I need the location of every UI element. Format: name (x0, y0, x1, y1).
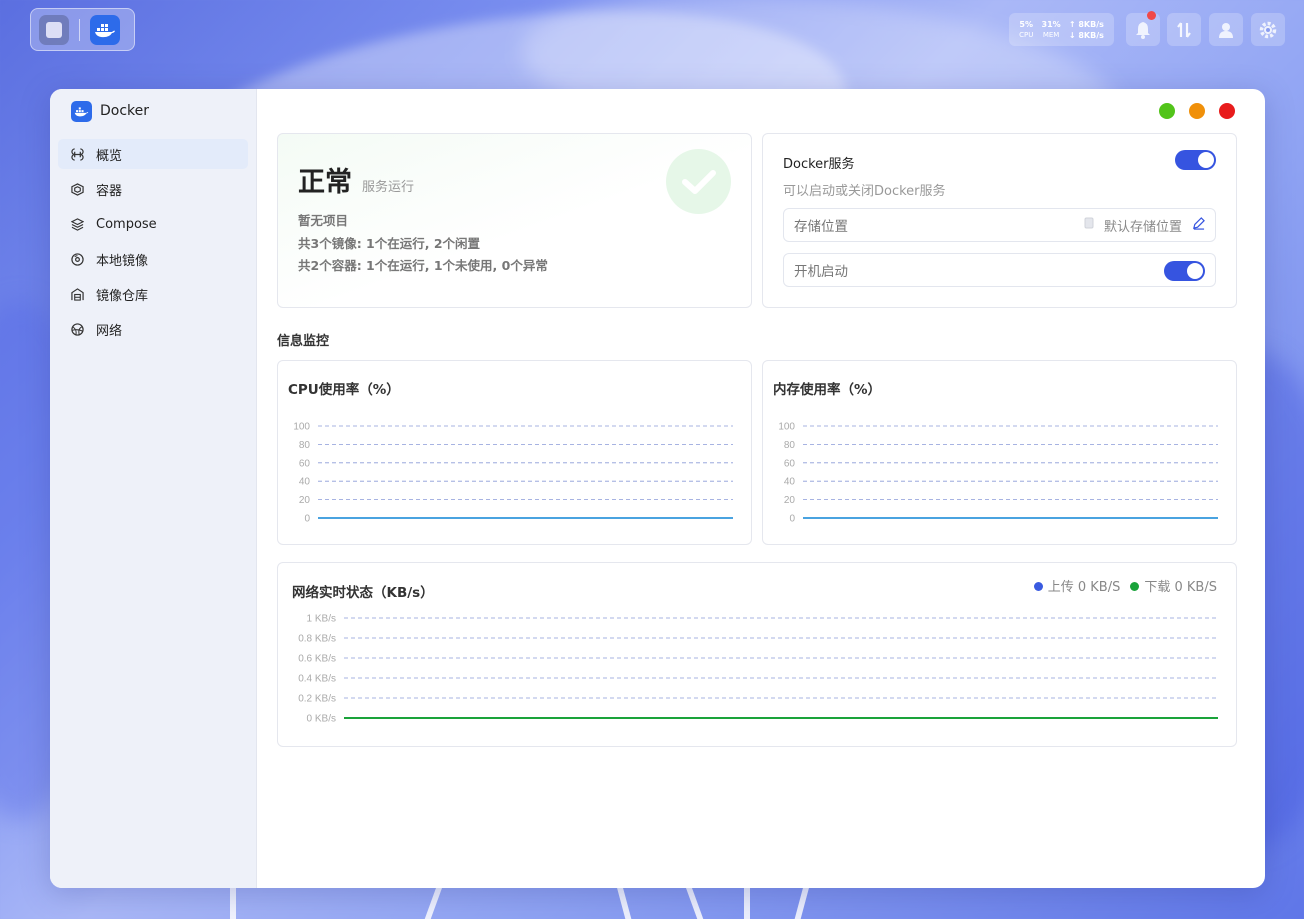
docker-logo-icon (71, 100, 92, 122)
containers-summary: 共2个容器: 1个在运行, 1个未使用, 0个异常 (298, 258, 548, 273)
close-button[interactable] (1219, 103, 1235, 119)
sidebar-item-registry[interactable]: 镜像仓库 (58, 279, 248, 309)
docker-service-card: Docker服务 可以启动或关闭Docker服务 存储位置 默认存储位置 开机启… (762, 133, 1237, 308)
bell-icon[interactable] (1126, 11, 1160, 46)
cpu-chart: 100 80 60 40 20 0 (293, 422, 733, 525)
disc-icon (70, 252, 84, 266)
storage-drive-icon (1084, 217, 1094, 233)
projects-summary: 暂无项目 (298, 213, 349, 228)
mem-value: 31% (1041, 19, 1061, 29)
status-state: 正常 (298, 167, 352, 198)
docker-whale-icon[interactable] (90, 14, 120, 45)
monitor-section-title: 信息监控 (277, 334, 330, 349)
download-rate: ↓ 8KB/s (1068, 30, 1104, 40)
autostart-field: 开机启动 (783, 253, 1216, 287)
y-tick-label: 40 (299, 477, 311, 488)
status-heading: 正常 服务运行 (298, 160, 414, 199)
layers-icon (70, 217, 84, 231)
service-status-card: 正常 服务运行 暂无项目 共3个镜像: 1个在运行, 2个闲置 共2个容器: 1… (277, 133, 752, 308)
transfer-icon[interactable] (1167, 13, 1201, 46)
sidebar-item-label: 镜像仓库 (96, 288, 149, 304)
autostart-label: 开机启动 (794, 264, 848, 280)
file-manager-icon[interactable] (39, 14, 69, 45)
storage-label: 存储位置 (794, 219, 848, 235)
cpu-chart-card: CPU使用率（%） 100 80 60 40 20 0 (277, 360, 752, 545)
status-substate: 服务运行 (362, 180, 415, 195)
y-tick-label: 0 (304, 514, 310, 525)
service-title: Docker服务 (783, 157, 855, 172)
warehouse-icon (70, 287, 84, 301)
sidebar-item-label: 容器 (96, 183, 123, 199)
storage-location-field[interactable]: 存储位置 默认存储位置 (783, 208, 1216, 242)
images-summary: 共3个镜像: 1个在运行, 2个闲置 (298, 235, 481, 251)
y-tick-label: 60 (784, 458, 796, 469)
y-tick-label: 80 (299, 440, 311, 451)
sidebar: Docker 概览 容器 Compose 本地镜像 镜像仓库 网络 (50, 89, 257, 888)
gear-icon[interactable] (1251, 13, 1285, 46)
edit-pencil-icon[interactable] (1192, 216, 1205, 234)
docker-window: Docker 概览 容器 Compose 本地镜像 镜像仓库 网络 正常 服务运… (50, 89, 1265, 888)
storage-value: 默认存储位置 (1103, 219, 1182, 235)
sidebar-item-label: 本地镜像 (96, 253, 149, 269)
y-tick-label: 0.6 KB/s (298, 654, 336, 665)
memory-chart: 100 80 60 40 20 0 (778, 422, 1218, 525)
network-icon (70, 322, 84, 336)
dock-separator (79, 18, 80, 41)
status-summary: 暂无项目 共3个镜像: 1个在运行, 2个闲置 共2个容器: 1个在运行, 1个… (298, 210, 548, 278)
y-tick-label: 0.2 KB/s (298, 694, 336, 705)
y-tick-label: 80 (784, 440, 796, 451)
maximize-button[interactable] (1159, 103, 1175, 119)
container-icon (70, 182, 84, 196)
sidebar-item-overview[interactable]: 概览 (58, 139, 248, 169)
y-tick-label: 0.8 KB/s (298, 634, 336, 645)
sidebar-item-label: Compose (96, 216, 157, 232)
sidebar-item-compose[interactable]: Compose (58, 209, 248, 239)
sidebar-item-network[interactable]: 网络 (58, 314, 248, 344)
app-header: Docker (50, 99, 256, 123)
cpu-label: CPU (1019, 30, 1034, 39)
y-tick-label: 20 (784, 495, 796, 506)
y-tick-label: 20 (299, 495, 311, 506)
y-tick-label: 0 (789, 514, 795, 525)
mem-label: MEM (1042, 30, 1060, 39)
y-tick-label: 100 (778, 422, 795, 433)
network-chart-card: 网络实时状态（KB/s） 上传 0 KB/S 下载 0 KB/S 1 KB/s 0… (277, 562, 1237, 747)
sidebar-item-local-images[interactable]: 本地镜像 (58, 244, 248, 274)
dock (30, 8, 135, 51)
app-title: Docker (100, 103, 150, 119)
user-icon[interactable] (1209, 13, 1243, 46)
y-tick-label: 100 (293, 422, 310, 433)
service-toggle[interactable] (1175, 150, 1216, 170)
cpu-value: 5% (1019, 19, 1033, 29)
y-tick-label: 0 KB/s (307, 714, 336, 725)
sidebar-item-containers[interactable]: 容器 (58, 174, 248, 204)
memory-chart-card: 内存使用率（%） 100 80 60 40 20 0 (762, 360, 1237, 545)
sidebar-nav: 概览 容器 Compose 本地镜像 镜像仓库 网络 (50, 139, 256, 344)
upload-rate: ↑ 8KB/s (1068, 19, 1104, 29)
service-description: 可以启动或关闭Docker服务 (783, 184, 946, 199)
autostart-toggle[interactable] (1164, 261, 1205, 281)
y-tick-label: 60 (299, 458, 311, 469)
notification-badge (1147, 11, 1156, 20)
sidebar-item-label: 概览 (96, 148, 123, 164)
overview-icon (70, 147, 84, 161)
minimize-button[interactable] (1189, 103, 1205, 119)
y-tick-label: 1 KB/s (307, 614, 336, 625)
sidebar-item-label: 网络 (96, 323, 123, 339)
y-tick-label: 0.4 KB/s (298, 674, 336, 685)
main-content: 正常 服务运行 暂无项目 共3个镜像: 1个在运行, 2个闲置 共2个容器: 1… (257, 89, 1265, 888)
y-tick-label: 40 (784, 477, 796, 488)
check-icon (666, 149, 731, 214)
network-chart: 1 KB/s 0.8 KB/s 0.6 KB/s 0.4 KB/s 0.2 KB/s 0 … (298, 614, 1218, 725)
system-status: 5% CPU 31% MEM ↑ 8KB/s ↓ 8KB/s (1009, 13, 1114, 46)
